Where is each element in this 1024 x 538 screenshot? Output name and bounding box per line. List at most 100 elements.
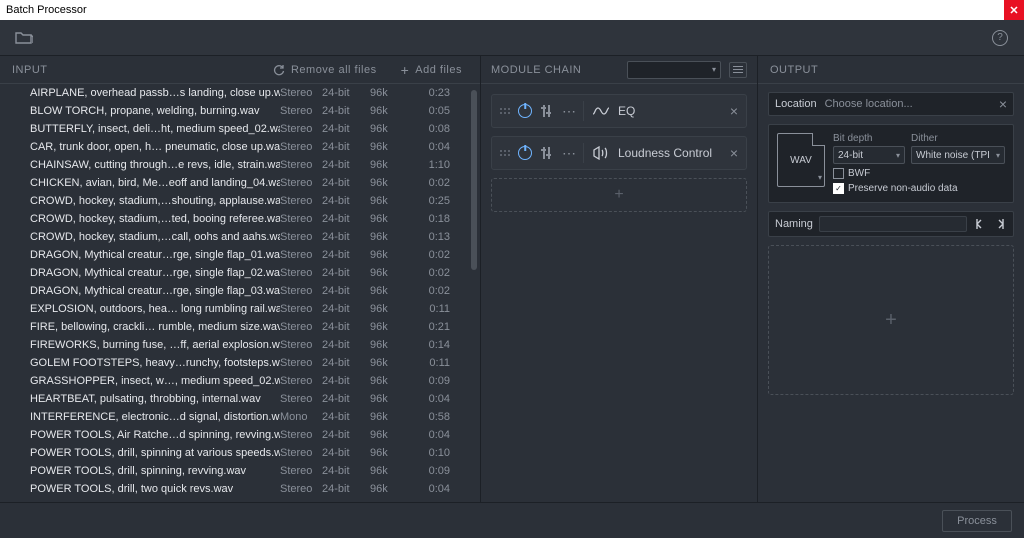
naming-input[interactable]	[819, 216, 967, 232]
module-chain-body: ⋯EQ× ⋯Loudness Control× +	[481, 84, 757, 222]
file-row[interactable]: BLOW TORCH, propane, welding, burning.wa…	[0, 102, 480, 120]
file-row[interactable]: INTERFERENCE, electronic…d signal, disto…	[0, 408, 480, 426]
file-sample-rate: 96k	[370, 105, 406, 117]
file-row[interactable]: AIRPLANE, overhead passb…s landing, clos…	[0, 84, 480, 102]
file-row[interactable]: FIRE, bellowing, crackli… rumble, medium…	[0, 318, 480, 336]
preserve-nonaudio-checkbox[interactable]: ✓ Preserve non-audio data	[833, 183, 1005, 194]
file-sample-rate: 96k	[370, 375, 406, 387]
open-folder-button[interactable]	[12, 26, 36, 50]
file-bit-depth: 24-bit	[322, 465, 370, 477]
chain-preset-dropdown[interactable]: ▾	[627, 61, 721, 79]
container-format-button[interactable]: WAV ▾	[777, 133, 825, 187]
file-channels: Stereo	[280, 339, 322, 351]
file-row[interactable]: DRAGON, Mythical creatur…rge, single fla…	[0, 282, 480, 300]
file-name: CHICKEN, avian, bird, Me…eoff and landin…	[30, 177, 280, 189]
location-value: Choose location...	[825, 98, 913, 110]
module-add-drop-zone[interactable]: +	[491, 178, 747, 212]
file-row[interactable]: CAR, trunk door, open, h… pneumatic, clo…	[0, 138, 480, 156]
file-row[interactable]: POWER TOOLS, drill, spinning at various …	[0, 444, 480, 462]
file-sample-rate: 96k	[370, 393, 406, 405]
file-list-scrollbar[interactable]	[471, 90, 477, 270]
file-row[interactable]: CROWD, hockey, stadium,…ted, booing refe…	[0, 210, 480, 228]
window-title: Batch Processor	[6, 4, 87, 16]
chain-menu-button[interactable]	[729, 62, 747, 78]
drag-handle-icon[interactable]	[500, 108, 510, 114]
remove-all-files-button[interactable]: Remove all files	[267, 64, 383, 76]
location-clear-button[interactable]: ×	[999, 96, 1007, 112]
file-name: BLOW TORCH, propane, welding, burning.wa…	[30, 105, 280, 117]
help-icon: ?	[992, 30, 1008, 46]
file-bit-depth: 24-bit	[322, 429, 370, 441]
file-name: DRAGON, Mythical creatur…rge, single fla…	[30, 285, 280, 297]
file-row[interactable]: POWER TOOLS, drill, spinning, revving.wa…	[0, 462, 480, 480]
file-row[interactable]: BUTTERFLY, insect, deli…ht, medium speed…	[0, 120, 480, 138]
file-sample-rate: 96k	[370, 87, 406, 99]
file-duration: 0:10	[406, 447, 450, 459]
window-close-button[interactable]: ✕	[1004, 0, 1024, 20]
file-row[interactable]: CROWD, hockey, stadium,…call, oohs and a…	[0, 228, 480, 246]
file-sample-rate: 96k	[370, 285, 406, 297]
file-sample-rate: 96k	[370, 123, 406, 135]
file-list[interactable]: AIRPLANE, overhead passb…s landing, clos…	[0, 84, 480, 502]
file-row[interactable]: GOLEM FOOTSTEPS, heavy…runchy, footsteps…	[0, 354, 480, 372]
file-bit-depth: 24-bit	[322, 339, 370, 351]
module-chain-header: MODULE CHAIN ▾	[481, 56, 757, 84]
file-channels: Stereo	[280, 393, 322, 405]
file-bit-depth: 24-bit	[322, 375, 370, 387]
file-row[interactable]: HEARTBEAT, pulsating, throbbing, interna…	[0, 390, 480, 408]
file-duration: 0:13	[406, 231, 450, 243]
file-name: GRASSHOPPER, insect, w…, medium speed_02…	[30, 375, 280, 387]
file-channels: Stereo	[280, 123, 322, 135]
file-bit-depth: 24-bit	[322, 321, 370, 333]
file-duration: 0:02	[406, 249, 450, 261]
process-button[interactable]: Process	[942, 510, 1012, 532]
file-name: POWER TOOLS, drill, spinning at various …	[30, 447, 280, 459]
window-titlebar: Batch Processor ✕	[0, 0, 1024, 20]
file-row[interactable]: POWER TOOLS, Air Ratche…d spinning, revv…	[0, 426, 480, 444]
file-channels: Stereo	[280, 267, 322, 279]
module-more-button[interactable]: ⋯	[562, 107, 575, 115]
file-sample-rate: 96k	[370, 195, 406, 207]
bit-depth-select[interactable]: 24-bit▾	[833, 146, 905, 164]
file-duration: 0:08	[406, 123, 450, 135]
module-settings-button[interactable]	[540, 104, 554, 118]
file-channels: Stereo	[280, 105, 322, 117]
module-remove-button[interactable]: ×	[730, 103, 738, 119]
naming-suffix-button[interactable]	[993, 217, 1007, 231]
file-channels: Stereo	[280, 357, 322, 369]
file-bit-depth: 24-bit	[322, 141, 370, 153]
help-button[interactable]: ?	[988, 26, 1012, 50]
output-drop-zone[interactable]: +	[768, 245, 1014, 395]
drag-handle-icon[interactable]	[500, 150, 510, 156]
module-more-button[interactable]: ⋯	[562, 149, 575, 157]
file-row[interactable]: DRAGON, Mythical creatur…rge, single fla…	[0, 246, 480, 264]
file-bit-depth: 24-bit	[322, 447, 370, 459]
file-row[interactable]: POWER TOOLS, drill, two quick revs.wavSt…	[0, 480, 480, 498]
file-sample-rate: 96k	[370, 213, 406, 225]
file-row[interactable]: CHICKEN, avian, bird, Me…eoff and landin…	[0, 174, 480, 192]
file-duration: 0:11	[406, 357, 450, 369]
naming-prefix-button[interactable]	[973, 217, 987, 231]
file-name: POWER TOOLS, drill, spinning, revving.wa…	[30, 465, 280, 477]
dither-select[interactable]: White noise (TPI▾	[911, 146, 1005, 164]
plus-icon: +	[401, 64, 410, 76]
module-remove-button[interactable]: ×	[730, 145, 738, 161]
module-loudness-control[interactable]: ⋯Loudness Control×	[491, 136, 747, 170]
file-row[interactable]: FIREWORKS, burning fuse, …ff, aerial exp…	[0, 336, 480, 354]
file-row[interactable]: GRASSHOPPER, insect, w…, medium speed_02…	[0, 372, 480, 390]
bwf-checkbox[interactable]: BWF	[833, 168, 1005, 179]
file-row[interactable]: CROWD, hockey, stadium,…shouting, applau…	[0, 192, 480, 210]
power-icon[interactable]	[518, 146, 532, 160]
file-row[interactable]: CHAINSAW, cutting through…e revs, idle, …	[0, 156, 480, 174]
module-eq[interactable]: ⋯EQ×	[491, 94, 747, 128]
file-row[interactable]: DRAGON, Mythical creatur…rge, single fla…	[0, 264, 480, 282]
file-channels: Stereo	[280, 249, 322, 261]
module-settings-button[interactable]	[540, 146, 554, 160]
input-panel-title: INPUT	[12, 64, 48, 76]
file-name: CROWD, hockey, stadium,…ted, booing refe…	[30, 213, 280, 225]
file-bit-depth: 24-bit	[322, 357, 370, 369]
file-row[interactable]: EXPLOSION, outdoors, hea… long rumbling …	[0, 300, 480, 318]
power-icon[interactable]	[518, 104, 532, 118]
output-location-row[interactable]: Location Choose location... ×	[768, 92, 1014, 116]
add-files-button[interactable]: + Add files	[395, 64, 468, 76]
